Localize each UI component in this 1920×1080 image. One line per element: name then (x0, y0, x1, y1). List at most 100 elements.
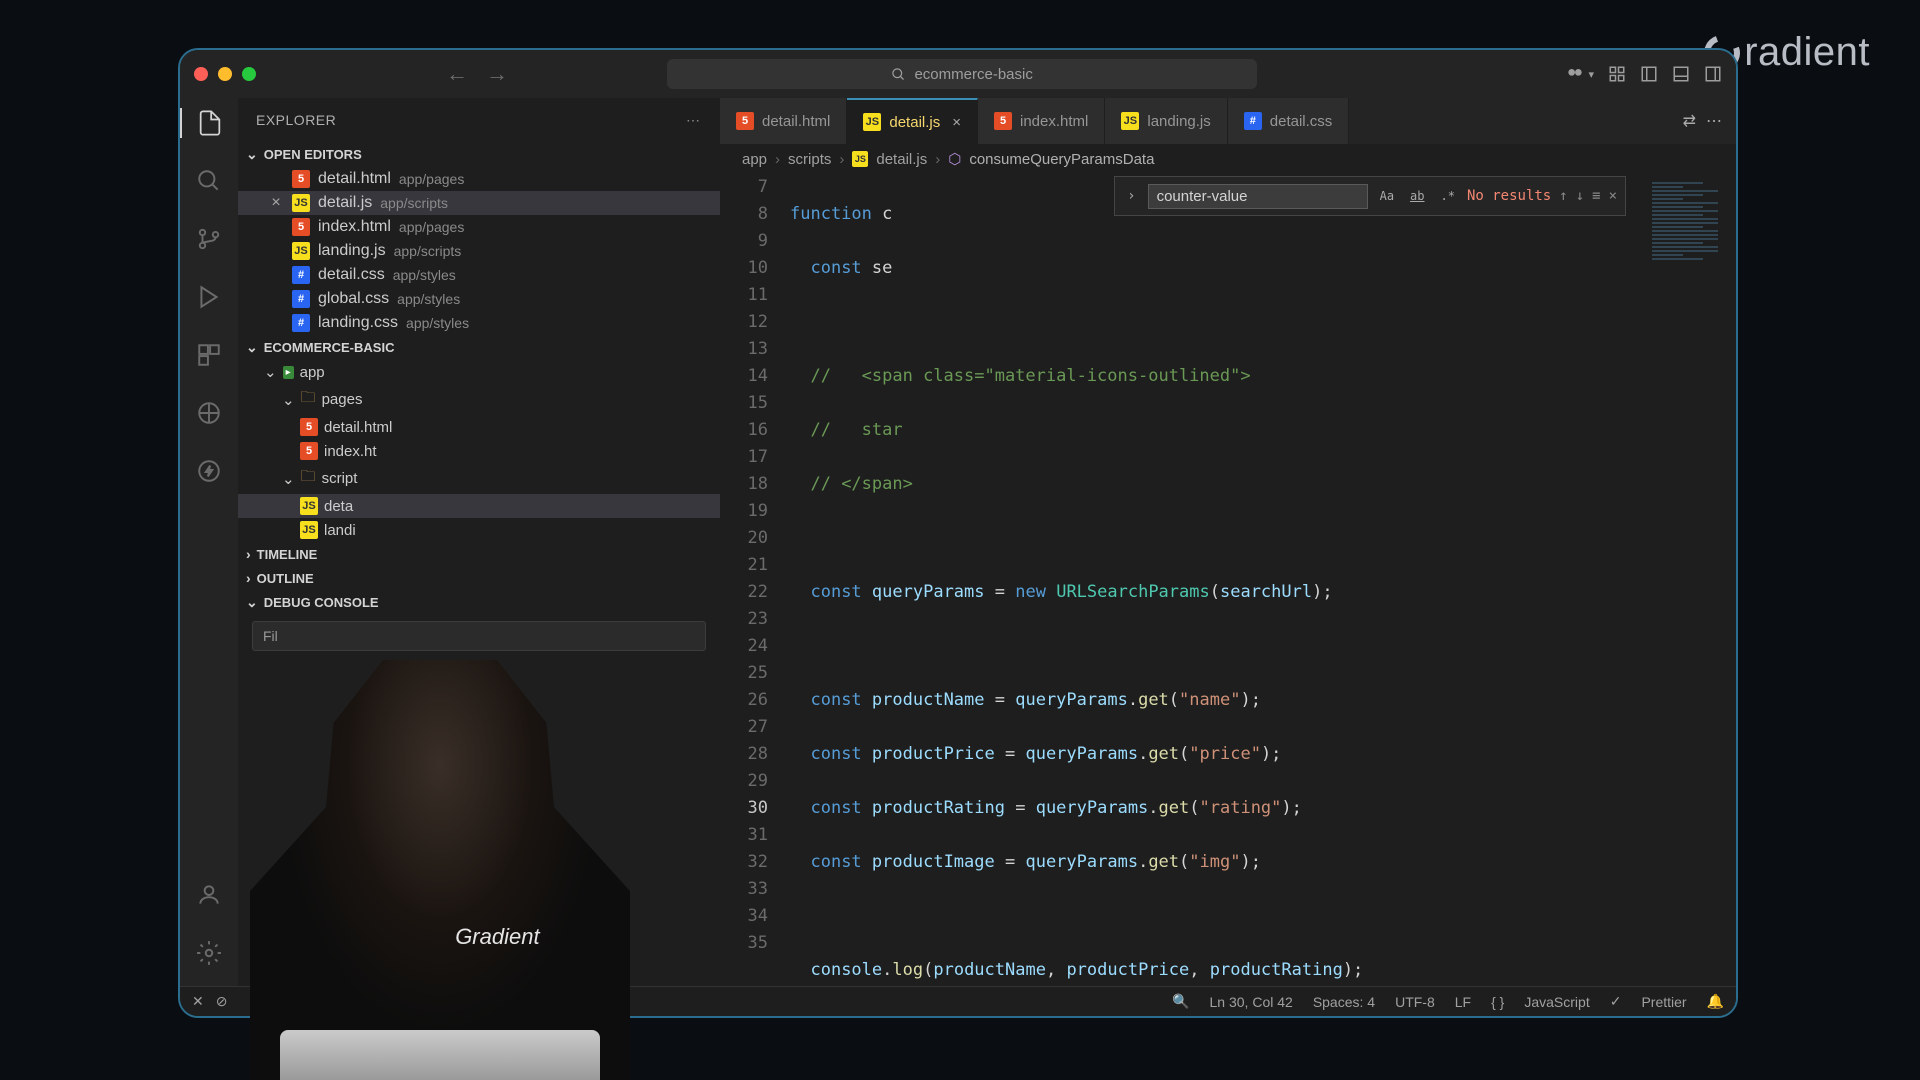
encoding[interactable]: UTF-8 (1395, 994, 1435, 1010)
cursor-position[interactable]: Ln 30, Col 42 (1210, 994, 1293, 1010)
open-editor-item[interactable]: global.css app/styles (238, 287, 720, 311)
find-selection-button[interactable]: ≡ (1592, 183, 1600, 210)
nav-back-button[interactable]: ← (446, 61, 468, 87)
tabs-actions: ⇄ ⋯ (1669, 98, 1736, 144)
indentation[interactable]: Spaces: 4 (1313, 994, 1375, 1010)
timeline-header[interactable]: › TIMELINE (238, 542, 720, 566)
file-name: landing.css (318, 314, 398, 332)
layout-customize-icon[interactable] (1608, 65, 1626, 83)
debug-console-header[interactable]: ⌄ DEBUG CONSOLE (238, 590, 720, 615)
chevron-down-icon: ⌄ (282, 391, 295, 409)
find-result-count: No results (1467, 183, 1551, 210)
chevron-down-icon: ⌄ (246, 594, 258, 611)
outline-header[interactable]: › OUTLINE (238, 566, 720, 590)
more-tabs-button[interactable]: ⋯ (1706, 111, 1722, 131)
presenter-silhouette (250, 660, 630, 1080)
file-name: index.ht (324, 443, 377, 460)
debug-filter-input[interactable]: Fil (252, 621, 706, 651)
compare-icon[interactable]: ⇄ (1683, 111, 1696, 131)
activity-thunder[interactable] (194, 456, 224, 486)
find-close-button[interactable]: × (1609, 183, 1617, 210)
file-name: detail.html (318, 170, 391, 188)
prettier-status[interactable]: Prettier (1641, 994, 1686, 1010)
open-editor-item[interactable]: 5 index.html app/pages (238, 215, 720, 239)
code-editor[interactable]: › Aa ab .* No results ↑ ↓ ≡ × 7891011121… (720, 174, 1736, 986)
file-path: app/scripts (394, 243, 462, 259)
tree-file[interactable]: 5 index.ht (238, 439, 720, 463)
html-file-icon: 5 (292, 218, 310, 236)
minimize-window-button[interactable] (218, 67, 232, 81)
command-center[interactable]: ecommerce-basic (667, 59, 1257, 89)
tab-landing-js[interactable]: JS landing.js (1105, 98, 1227, 144)
notifications-icon[interactable]: 🔔 (1707, 993, 1724, 1010)
close-editor-button[interactable]: × (268, 194, 284, 212)
nav-forward-button[interactable]: → (486, 61, 508, 87)
activity-remote[interactable] (194, 398, 224, 428)
find-case-toggle[interactable]: Aa (1376, 181, 1398, 212)
tab-close-button[interactable]: × (952, 114, 961, 131)
open-editor-item[interactable]: 5 detail.html app/pages (238, 167, 720, 191)
tree-folder[interactable]: ⌄ ▸ app (238, 360, 720, 384)
open-editor-item[interactable]: JS landing.js app/scripts (238, 239, 720, 263)
open-editor-item[interactable]: detail.css app/styles (238, 263, 720, 287)
close-window-button[interactable] (194, 67, 208, 81)
activity-extensions[interactable] (194, 340, 224, 370)
breadcrumb[interactable]: app › scripts › JS detail.js › ⬡ consume… (720, 144, 1736, 174)
tree-file[interactable]: 5 detail.html (238, 415, 720, 439)
html-file-icon: 5 (736, 112, 754, 130)
copilot-button[interactable]: ▾ (1565, 64, 1594, 84)
activity-settings[interactable] (194, 938, 224, 968)
command-center-text: ecommerce-basic (914, 66, 1032, 83)
language-mode[interactable]: JavaScript (1524, 994, 1589, 1010)
file-name: index.html (318, 218, 391, 236)
minimap[interactable] (1646, 174, 1736, 986)
tab-detail-js[interactable]: JS detail.js × (847, 98, 978, 144)
find-next-button[interactable]: ↓ (1576, 183, 1584, 210)
open-editors-header[interactable]: ⌄ OPEN EDITORS (238, 142, 720, 167)
find-expand-button[interactable]: › (1123, 183, 1139, 210)
open-editor-item[interactable]: × JS detail.js app/scripts (238, 191, 720, 215)
zoom-icon[interactable]: 🔍 (1172, 993, 1189, 1010)
line-gutter: 7891011121314151617181920212223242526272… (720, 174, 790, 986)
chevron-right-icon: › (775, 151, 780, 168)
panel-right-icon[interactable] (1704, 65, 1722, 83)
panel-left-icon[interactable] (1640, 65, 1658, 83)
code-content[interactable]: function c const se // <span class="mate… (790, 174, 1736, 986)
app-folder-icon: ▸ (283, 366, 294, 379)
tab-index-html[interactable]: 5 index.html (978, 98, 1105, 144)
lang-braces-icon: { } (1491, 994, 1504, 1010)
explorer-more-button[interactable]: ⋯ (686, 112, 702, 129)
breadcrumb-seg[interactable]: scripts (788, 151, 831, 168)
find-regex-toggle[interactable]: .* (1437, 181, 1459, 212)
activity-debug[interactable] (194, 282, 224, 312)
breadcrumb-seg[interactable]: app (742, 151, 767, 168)
panel-bottom-icon[interactable] (1672, 65, 1690, 83)
activity-accounts[interactable] (194, 880, 224, 910)
folder-name: script (322, 470, 358, 487)
tab-detail-css[interactable]: detail.css (1228, 98, 1350, 144)
window-controls (194, 67, 256, 81)
activity-search[interactable] (194, 166, 224, 196)
tab-label: detail.js (889, 114, 940, 131)
remote-close-button[interactable]: ✕ (192, 993, 204, 1010)
find-prev-button[interactable]: ↑ (1559, 183, 1567, 210)
tree-file[interactable]: JS landi (238, 518, 720, 542)
open-editor-item[interactable]: landing.css app/styles (238, 311, 720, 335)
presenter-laptop (280, 1030, 600, 1080)
tree-file[interactable]: JS deta (238, 494, 720, 518)
activity-source-control[interactable] (194, 224, 224, 254)
find-word-toggle[interactable]: ab (1406, 181, 1428, 212)
breadcrumb-seg[interactable]: detail.js (876, 151, 927, 168)
tree-folder[interactable]: ⌄ 🗀 pages (238, 384, 720, 415)
tab-detail-html[interactable]: 5 detail.html (720, 98, 847, 144)
status-warnings[interactable]: ⊘ (216, 993, 228, 1010)
project-header[interactable]: ⌄ ECOMMERCE-BASIC (238, 335, 720, 360)
maximize-window-button[interactable] (242, 67, 256, 81)
tree-folder[interactable]: ⌄ 🗀 script (238, 463, 720, 494)
eol[interactable]: LF (1455, 994, 1471, 1010)
explorer-title: EXPLORER (256, 112, 336, 128)
breadcrumb-function[interactable]: consumeQueryParamsData (969, 151, 1154, 168)
activity-explorer[interactable] (180, 108, 238, 138)
find-input[interactable] (1148, 184, 1368, 209)
js-file-icon: JS (863, 113, 881, 131)
